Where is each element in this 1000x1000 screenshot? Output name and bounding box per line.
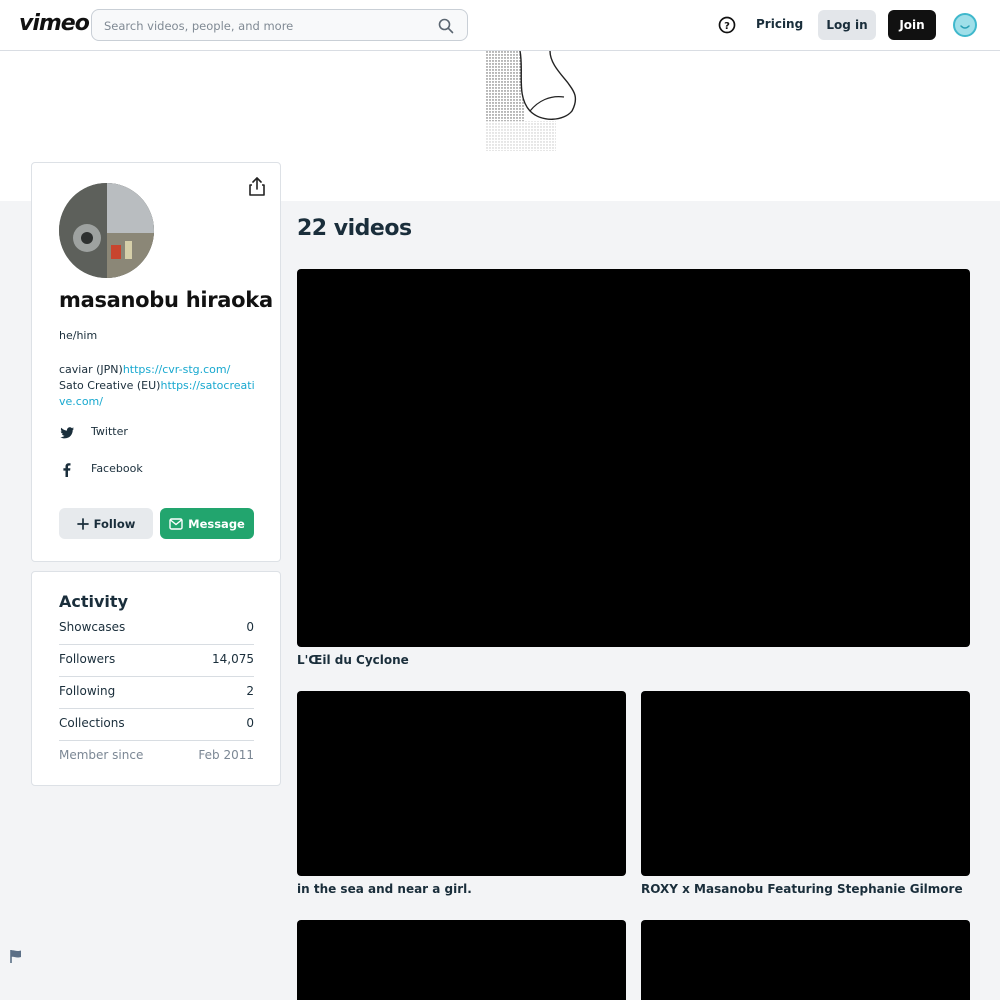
bio-line1-text: caviar (JPN)	[59, 363, 123, 376]
join-button[interactable]: Join	[888, 10, 936, 40]
twitter-icon	[60, 427, 74, 439]
video-title[interactable]: L'Œil du Cyclone	[297, 653, 409, 667]
search-icon[interactable]	[438, 18, 454, 34]
avatar-image	[59, 183, 154, 278]
stat-row-following[interactable]: Following 2	[59, 677, 254, 709]
message-label: Message	[188, 516, 245, 531]
follow-button[interactable]: Follow	[59, 508, 153, 539]
login-button[interactable]: Log in	[818, 10, 876, 40]
search-box[interactable]	[91, 9, 468, 41]
stat-row-showcases[interactable]: Showcases 0	[59, 613, 254, 645]
social-link-facebook[interactable]: Facebook	[59, 460, 259, 480]
stat-value: Feb 2011	[198, 748, 254, 762]
follow-label: Follow	[93, 516, 136, 531]
video-thumbnail[interactable]	[641, 691, 970, 876]
stat-label: Member since	[59, 748, 144, 762]
stat-value: 14,075	[212, 652, 254, 666]
profile-name: masanobu hiraoka	[59, 288, 273, 312]
user-avatar-icon[interactable]	[953, 13, 977, 37]
profile-bio: caviar (JPN)https://cvr-stg.com/ Sato Cr…	[59, 362, 259, 410]
stat-value: 2	[246, 684, 254, 698]
stat-label: Showcases	[59, 620, 126, 634]
top-navigation-bar: vimeo ? Pricing Log in Join	[0, 0, 1000, 51]
message-button[interactable]: Message	[160, 508, 254, 539]
help-icon[interactable]: ?	[718, 16, 736, 34]
pricing-link[interactable]: Pricing	[756, 17, 803, 31]
video-thumbnail[interactable]	[297, 269, 970, 647]
video-title[interactable]: ROXY x Masanobu Featuring Stephanie Gilm…	[641, 882, 963, 896]
profile-avatar[interactable]	[59, 183, 154, 278]
smile-icon	[960, 25, 970, 29]
activity-title: Activity	[59, 592, 128, 611]
stat-value: 0	[246, 716, 254, 730]
plus-icon	[76, 517, 89, 530]
pronouns: he/him	[59, 329, 98, 342]
video-thumbnail[interactable]	[297, 920, 626, 1000]
stat-label: Collections	[59, 716, 125, 730]
facebook-icon	[63, 463, 71, 477]
stat-row-collections[interactable]: Collections 0	[59, 709, 254, 741]
video-thumbnail[interactable]	[641, 920, 970, 1000]
social-link-twitter[interactable]: Twitter	[59, 423, 259, 443]
svg-text:?: ?	[724, 21, 730, 32]
videos-count-heading: 22 videos	[297, 216, 412, 241]
stat-label: Followers	[59, 652, 116, 666]
banner-artwork	[486, 51, 577, 151]
activity-card: Activity Showcases 0 Followers 14,075 Fo…	[31, 571, 281, 786]
video-title[interactable]: in the sea and near a girl.	[297, 882, 472, 896]
vimeo-logo[interactable]: vimeo	[19, 11, 90, 36]
facebook-label: Facebook	[91, 462, 143, 475]
bio-link-caviar[interactable]: https://cvr-stg.com/	[123, 363, 231, 376]
search-input[interactable]	[104, 16, 424, 36]
bio-line2-text: Sato Creative (EU)	[59, 379, 161, 392]
report-flag-icon[interactable]	[8, 948, 24, 964]
profile-card: masanobu hiraoka he/him caviar (JPN)http…	[31, 162, 281, 562]
envelope-icon	[169, 517, 183, 530]
stat-row-followers[interactable]: Followers 14,075	[59, 645, 254, 677]
video-thumbnail[interactable]	[297, 691, 626, 876]
stat-row-member-since: Member since Feb 2011	[59, 741, 254, 773]
stat-value: 0	[246, 620, 254, 634]
stat-label: Following	[59, 684, 116, 698]
share-icon[interactable]	[248, 177, 266, 197]
twitter-label: Twitter	[91, 425, 128, 438]
